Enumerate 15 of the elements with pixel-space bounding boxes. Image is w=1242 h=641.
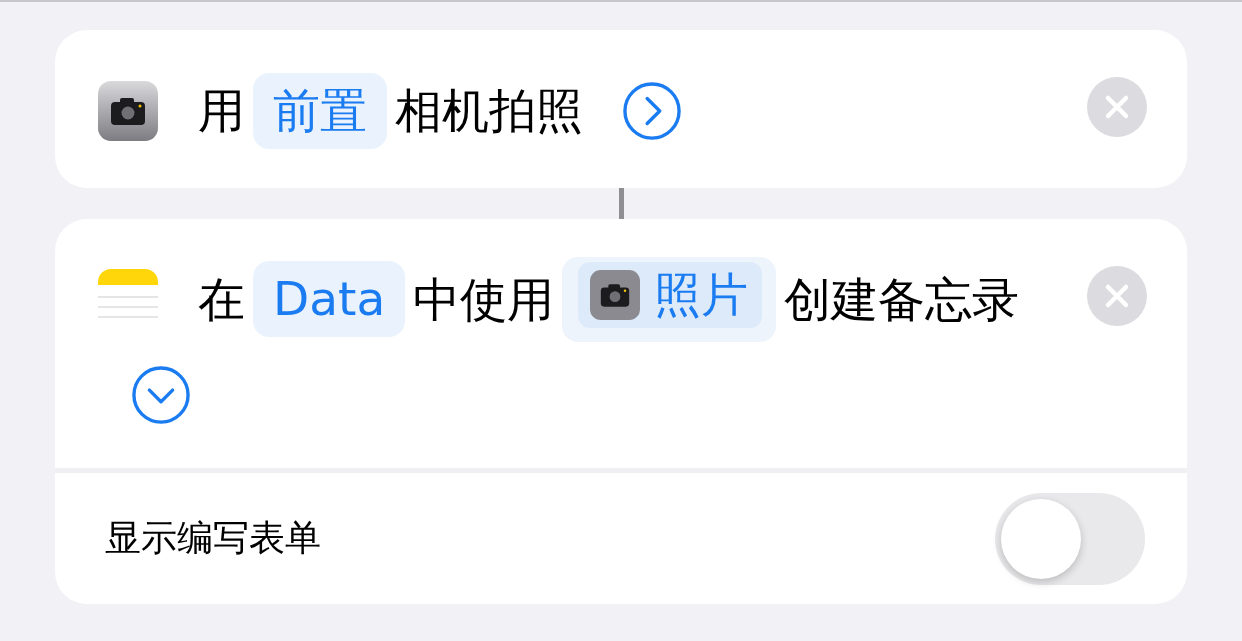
action-text: 在: [198, 271, 245, 326]
variable-token[interactable]: 照片: [562, 256, 777, 342]
camera-icon: [590, 269, 641, 320]
close-icon[interactable]: [1087, 77, 1147, 137]
parameter-token[interactable]: 前置: [253, 72, 387, 149]
action-text: 中使用: [413, 271, 555, 326]
close-icon[interactable]: [1087, 265, 1147, 326]
chevron-right-icon[interactable]: [623, 81, 681, 140]
action-text: 用: [198, 82, 245, 138]
option-label: 显示编写表单: [105, 516, 321, 560]
camera-icon: [98, 80, 158, 141]
chevron-down-icon[interactable]: [132, 365, 190, 424]
action-text: 创建备忘录: [784, 271, 1020, 326]
parameter-token[interactable]: Data: [253, 261, 406, 337]
action-text: 相机拍照: [395, 82, 583, 138]
